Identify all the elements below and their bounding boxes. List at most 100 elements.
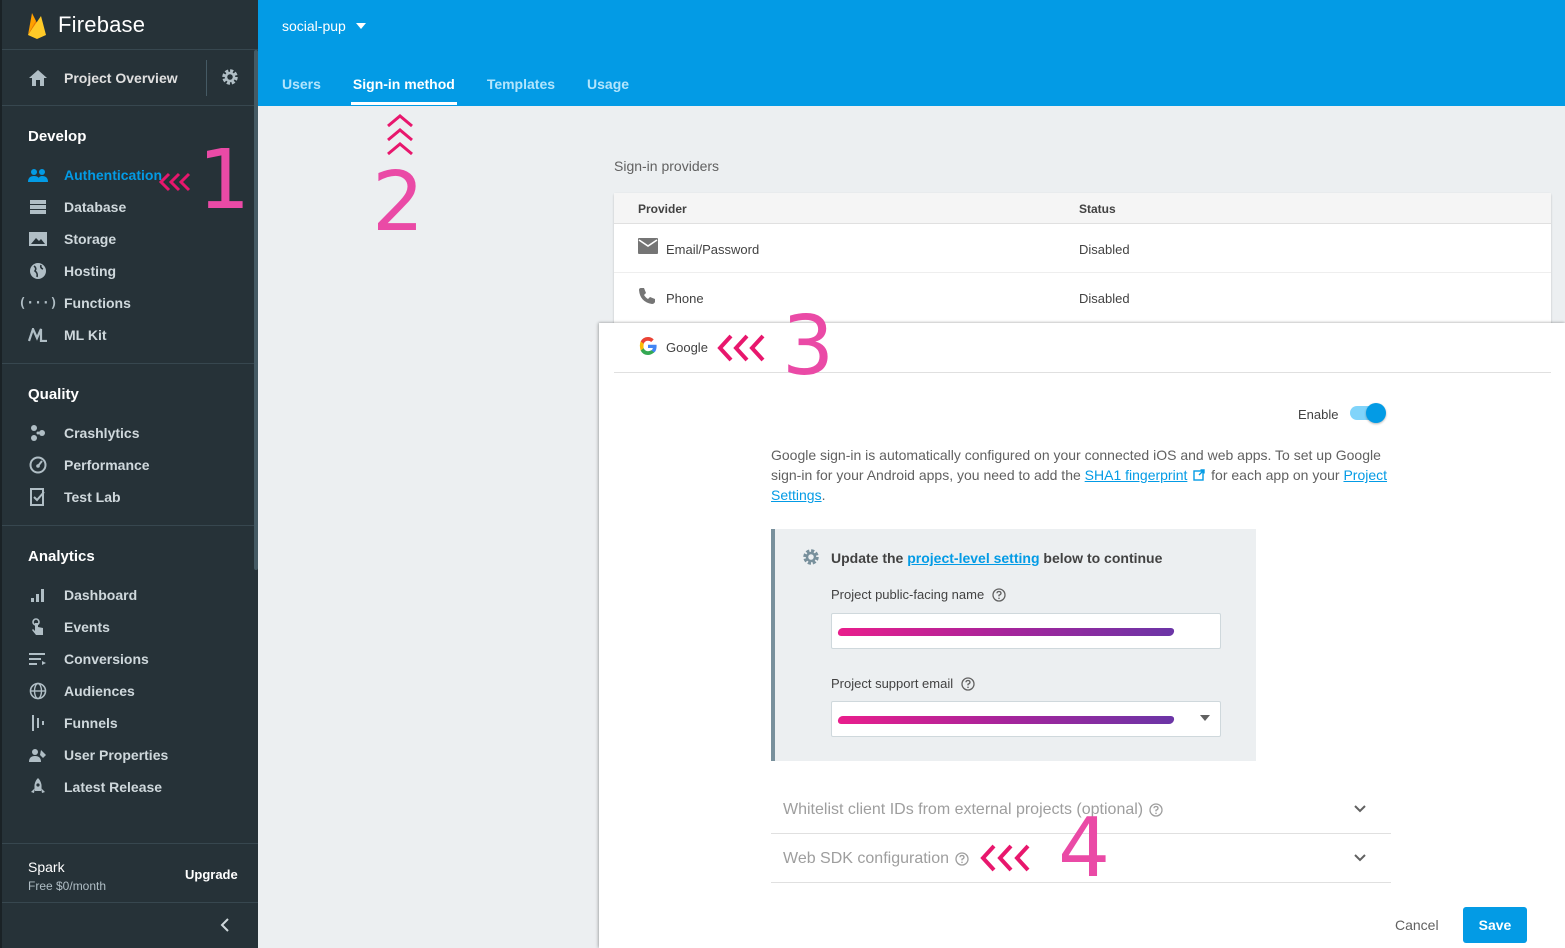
sidebar-item-label: Authentication bbox=[64, 167, 162, 183]
redacted-value bbox=[837, 716, 1175, 724]
table-row[interactable]: Email/Password Disabled bbox=[614, 224, 1551, 273]
sidebar-scrollbar[interactable] bbox=[254, 50, 258, 570]
person-tag-icon bbox=[28, 745, 48, 765]
image-icon bbox=[28, 229, 48, 249]
functions-icon: (···) bbox=[18, 295, 58, 311]
brand-bar[interactable]: Firebase bbox=[2, 0, 258, 50]
sidebar-item-latest-release[interactable]: Latest Release bbox=[2, 771, 258, 803]
sidebar-item-label: ML Kit bbox=[64, 327, 107, 343]
upgrade-button[interactable]: Upgrade bbox=[185, 867, 238, 882]
callout-text: below to continue bbox=[1039, 550, 1163, 566]
help-icon[interactable] bbox=[992, 587, 1006, 602]
sign-in-providers-heading: Sign-in providers bbox=[614, 158, 720, 174]
section-title: Analytics bbox=[28, 548, 95, 565]
chevron-left-icon[interactable] bbox=[218, 916, 232, 934]
sidebar-item-label: Audiences bbox=[64, 683, 135, 699]
globe-icon bbox=[28, 681, 48, 701]
desc-text: for each app on your bbox=[1207, 467, 1344, 483]
annotation-arrows-left bbox=[717, 334, 765, 362]
public-name-input[interactable] bbox=[831, 613, 1221, 649]
sidebar-item-label: Database bbox=[64, 199, 127, 215]
save-button[interactable]: Save bbox=[1463, 907, 1527, 943]
annotation-arrows-left bbox=[980, 844, 1030, 872]
sidebar-item-label: Events bbox=[64, 619, 110, 635]
project-name: social-pup bbox=[282, 18, 346, 34]
sidebar-item-label: Crashlytics bbox=[64, 425, 140, 441]
google-logo-icon bbox=[639, 337, 657, 355]
help-icon[interactable] bbox=[1149, 803, 1163, 817]
field-label-text: Project public-facing name bbox=[831, 587, 985, 602]
bar-chart-icon bbox=[28, 585, 48, 605]
table-header: Provider Status bbox=[614, 193, 1551, 224]
provider-name: Email/Password bbox=[666, 242, 760, 257]
enable-label: Enable bbox=[1298, 407, 1339, 422]
tab-users[interactable]: Users bbox=[282, 76, 321, 105]
filter-list-icon bbox=[28, 649, 48, 669]
provider-name: Phone bbox=[666, 291, 704, 306]
sha1-fingerprint-link[interactable]: SHA1 fingerprint bbox=[1085, 467, 1188, 483]
gauge-icon bbox=[28, 455, 48, 475]
help-icon[interactable] bbox=[961, 676, 975, 691]
sidebar-item-performance[interactable]: Performance bbox=[2, 449, 258, 481]
sidebar-item-label: Performance bbox=[64, 457, 150, 473]
top-header: social-pup Users Sign-in method Template… bbox=[258, 0, 1565, 106]
desc-text: . bbox=[821, 487, 826, 503]
sidebar-item-user-properties[interactable]: User Properties bbox=[2, 739, 258, 771]
project-selector[interactable]: social-pup bbox=[282, 18, 366, 34]
callout-title: Update the project-level setting below t… bbox=[831, 550, 1162, 566]
sidebar-item-functions[interactable]: (···) Functions bbox=[2, 287, 258, 319]
gear-icon[interactable] bbox=[220, 67, 240, 87]
rocket-icon bbox=[28, 777, 48, 797]
section-analytics: Analytics Dashboard Events Conversions A… bbox=[2, 526, 258, 815]
sidebar-item-label: Funnels bbox=[64, 715, 118, 731]
cancel-button[interactable]: Cancel bbox=[1395, 917, 1439, 933]
caret-down-icon bbox=[1200, 715, 1210, 721]
sidebar-item-label: Dashboard bbox=[64, 587, 138, 603]
annotation-number-2: 2 bbox=[372, 155, 425, 250]
google-description: Google sign-in is automatically configur… bbox=[771, 445, 1396, 505]
open-in-new-icon[interactable] bbox=[1193, 469, 1205, 481]
sidebar-item-label: Latest Release bbox=[64, 779, 163, 795]
tab-templates[interactable]: Templates bbox=[487, 76, 555, 105]
sidebar-item-hosting[interactable]: Hosting bbox=[2, 255, 258, 287]
toggle-knob bbox=[1366, 403, 1386, 423]
sidebar-item-ml-kit[interactable]: ML Kit bbox=[2, 319, 258, 351]
firebase-logo-icon bbox=[28, 12, 46, 39]
redacted-value bbox=[837, 628, 1175, 636]
support-email-label: Project support email bbox=[831, 676, 975, 691]
sidebar-item-funnels[interactable]: Funnels bbox=[2, 707, 258, 739]
tab-sign-in-method[interactable]: Sign-in method bbox=[350, 76, 457, 105]
table-row[interactable]: Phone Disabled bbox=[614, 273, 1551, 322]
sidebar-item-crashlytics[interactable]: Crashlytics bbox=[2, 417, 258, 449]
help-icon[interactable] bbox=[955, 852, 969, 866]
enable-toggle[interactable] bbox=[1350, 403, 1386, 423]
tab-bar: Users Sign-in method Templates Usage bbox=[282, 76, 629, 105]
caret-down-icon bbox=[355, 23, 366, 29]
database-icon bbox=[28, 197, 48, 217]
expander-text: Web SDK configuration bbox=[783, 850, 950, 867]
chevron-down-icon bbox=[1354, 805, 1366, 813]
section-quality: Quality Crashlytics Performance Test Lab bbox=[2, 364, 258, 526]
sidebar-item-label: Hosting bbox=[64, 263, 117, 279]
support-email-select[interactable] bbox=[831, 701, 1221, 737]
provider-status: Disabled bbox=[1079, 291, 1130, 306]
callout-text: Update the bbox=[831, 550, 908, 566]
sidebar-item-conversions[interactable]: Conversions bbox=[2, 643, 258, 675]
providers-table: Provider Status Email/Password Disabled … bbox=[614, 193, 1551, 343]
sidebar-item-events[interactable]: Events bbox=[2, 611, 258, 643]
plan-price: Free $0/month bbox=[28, 879, 107, 893]
project-level-setting-link[interactable]: project-level setting bbox=[907, 550, 1039, 566]
sidebar-item-audiences[interactable]: Audiences bbox=[2, 675, 258, 707]
column-provider: Provider bbox=[638, 202, 687, 216]
chevron-down-icon bbox=[1354, 854, 1366, 862]
tab-usage[interactable]: Usage bbox=[587, 76, 629, 105]
sidebar-item-label: Storage bbox=[64, 231, 117, 247]
mlkit-icon bbox=[28, 325, 48, 345]
email-icon bbox=[638, 238, 658, 254]
section-title: Quality bbox=[28, 386, 79, 403]
sidebar-item-test-lab[interactable]: Test Lab bbox=[2, 481, 258, 513]
plan-footer: Spark Free $0/month Upgrade bbox=[2, 843, 258, 903]
project-overview-row[interactable]: Project Overview bbox=[2, 50, 258, 106]
sidebar-item-dashboard[interactable]: Dashboard bbox=[2, 579, 258, 611]
crashlytics-icon bbox=[28, 423, 48, 443]
